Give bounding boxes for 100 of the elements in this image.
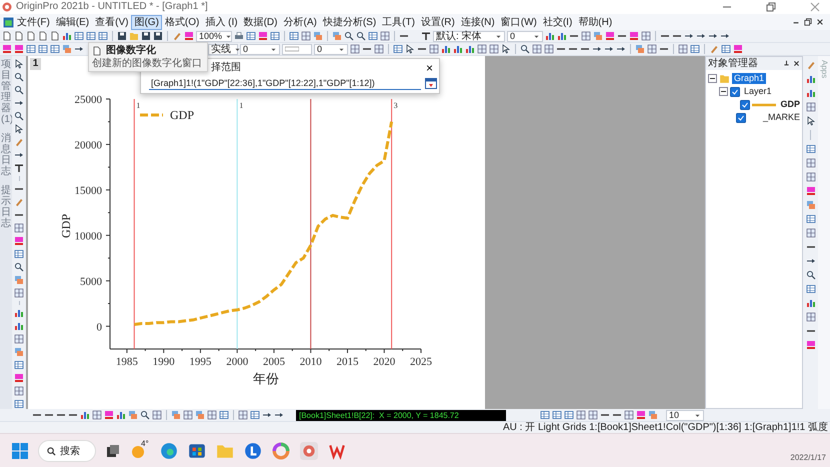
tree-item[interactable]: Layer1 bbox=[742, 86, 774, 97]
table-icon[interactable] bbox=[393, 44, 403, 54]
page-number[interactable]: 1 bbox=[30, 58, 41, 70]
color-wheel-icon[interactable] bbox=[272, 442, 290, 460]
color-fill-icon[interactable] bbox=[184, 31, 194, 41]
grid-icon[interactable] bbox=[183, 410, 193, 420]
arrow-icon[interactable] bbox=[806, 256, 816, 266]
layers-icon[interactable] bbox=[171, 410, 181, 420]
zoom-icon[interactable] bbox=[14, 72, 24, 82]
graph-app-icon[interactable] bbox=[300, 442, 318, 460]
grid-icon[interactable] bbox=[374, 44, 384, 54]
tree-item[interactable]: _MARKE bbox=[760, 112, 802, 123]
color-fill-icon[interactable] bbox=[629, 31, 639, 41]
store-icon[interactable] bbox=[188, 442, 206, 460]
table-icon[interactable] bbox=[552, 410, 562, 420]
table-icon[interactable] bbox=[806, 214, 816, 224]
table-icon[interactable] bbox=[14, 399, 24, 409]
layers-icon[interactable] bbox=[635, 44, 645, 54]
close-icon[interactable] bbox=[816, 18, 824, 26]
grid-icon[interactable] bbox=[152, 410, 162, 420]
arrow-icon[interactable] bbox=[74, 44, 84, 54]
color-fill-icon[interactable] bbox=[806, 340, 816, 350]
grid-icon[interactable] bbox=[489, 44, 499, 54]
color-fill-icon[interactable] bbox=[2, 44, 12, 54]
restore-icon[interactable] bbox=[804, 18, 812, 26]
search-field[interactable]: 搜索 bbox=[38, 440, 96, 462]
table-icon[interactable] bbox=[250, 410, 260, 420]
layers-icon[interactable] bbox=[648, 410, 658, 420]
table-icon[interactable] bbox=[219, 410, 229, 420]
menu-item[interactable]: 文件(F) bbox=[14, 14, 53, 30]
arrow-icon[interactable] bbox=[14, 150, 24, 160]
table-icon[interactable] bbox=[74, 31, 84, 41]
pattern-field[interactable] bbox=[282, 44, 312, 54]
grid-icon[interactable] bbox=[641, 31, 651, 41]
grid-icon[interactable] bbox=[647, 44, 657, 54]
grid-icon[interactable] bbox=[92, 410, 102, 420]
text-tool-icon[interactable] bbox=[421, 31, 431, 41]
text-tool-icon[interactable] bbox=[14, 163, 24, 173]
grid-icon[interactable] bbox=[477, 44, 487, 54]
menu-item[interactable]: 快捷分析(S) bbox=[320, 14, 380, 30]
menu-item[interactable]: 插入 (I) bbox=[202, 14, 241, 30]
pointer-icon[interactable] bbox=[405, 44, 415, 54]
zoom-icon[interactable] bbox=[14, 262, 24, 272]
layers-icon[interactable] bbox=[806, 200, 816, 210]
menu-item[interactable]: 帮助(H) bbox=[575, 14, 616, 30]
select-range-icon[interactable] bbox=[425, 78, 437, 89]
color-fill-icon[interactable] bbox=[104, 410, 114, 420]
color-fill-icon[interactable] bbox=[258, 31, 268, 41]
arrow-icon[interactable] bbox=[14, 98, 24, 108]
layers-icon[interactable] bbox=[195, 410, 205, 420]
table-icon[interactable] bbox=[721, 44, 731, 54]
grid-icon[interactable] bbox=[238, 410, 248, 420]
table-icon[interactable] bbox=[806, 144, 816, 154]
grid-icon[interactable] bbox=[544, 44, 554, 54]
table-icon[interactable] bbox=[270, 31, 280, 41]
menu-item[interactable]: 社交(I) bbox=[540, 14, 576, 30]
menu-item[interactable]: 设置(R) bbox=[418, 14, 458, 30]
color-fill-icon[interactable] bbox=[806, 186, 816, 196]
zoom-icon[interactable] bbox=[356, 31, 366, 41]
grid-icon[interactable] bbox=[14, 222, 24, 232]
menu-item[interactable]: 分析(A) bbox=[280, 14, 320, 30]
font-field[interactable]: 默认: 宋体 bbox=[433, 30, 505, 42]
zoom-icon[interactable] bbox=[520, 44, 530, 54]
close-icon[interactable] bbox=[793, 60, 800, 67]
bar-chart-icon[interactable] bbox=[62, 31, 72, 41]
color-fill-icon[interactable] bbox=[733, 44, 743, 54]
zoom-icon[interactable] bbox=[140, 410, 150, 420]
table-icon[interactable] bbox=[50, 44, 60, 54]
document-app-icon[interactable] bbox=[328, 442, 346, 460]
tree-item[interactable]: GDP bbox=[778, 99, 802, 110]
menu-item[interactable]: 连接(N) bbox=[458, 14, 498, 30]
pointer-icon[interactable] bbox=[14, 124, 24, 134]
table-icon[interactable] bbox=[98, 31, 108, 41]
cursor-line[interactable] bbox=[310, 98, 312, 350]
table-icon[interactable] bbox=[14, 360, 24, 370]
layers-icon[interactable] bbox=[14, 347, 24, 357]
grid-icon[interactable] bbox=[806, 228, 816, 238]
restore-icon[interactable] bbox=[766, 2, 776, 12]
line-width-field[interactable]: 0 bbox=[240, 44, 280, 54]
cursor-line[interactable] bbox=[391, 98, 392, 350]
browser-icon[interactable] bbox=[160, 442, 178, 460]
grid-icon[interactable] bbox=[301, 31, 311, 41]
range-field[interactable]: [Graph1]1!(1"GDP"[22:36],1"GDP"[12:22],1"GDP"[1:12]) bbox=[149, 77, 421, 90]
menu-item[interactable]: 数据(D) bbox=[240, 14, 280, 30]
table-icon[interactable] bbox=[26, 44, 36, 54]
color-fill-icon[interactable] bbox=[14, 44, 24, 54]
close-button[interactable]: × bbox=[422, 62, 437, 74]
save-icon[interactable] bbox=[141, 31, 151, 41]
grid-icon[interactable] bbox=[14, 334, 24, 344]
grid-icon[interactable] bbox=[380, 31, 390, 41]
task-view-icon[interactable] bbox=[106, 444, 120, 458]
menu-item[interactable]: 工具(T) bbox=[379, 14, 418, 30]
print-icon[interactable] bbox=[234, 31, 244, 41]
pattern-width-field[interactable]: 0 bbox=[314, 44, 348, 54]
table-icon[interactable] bbox=[246, 31, 256, 41]
grid-icon[interactable] bbox=[429, 44, 439, 54]
menu-item[interactable]: 格式(O) bbox=[162, 14, 202, 30]
menu-item[interactable]: 窗口(W) bbox=[498, 14, 540, 30]
brush-icon[interactable] bbox=[806, 60, 816, 70]
grid-icon[interactable] bbox=[207, 410, 217, 420]
